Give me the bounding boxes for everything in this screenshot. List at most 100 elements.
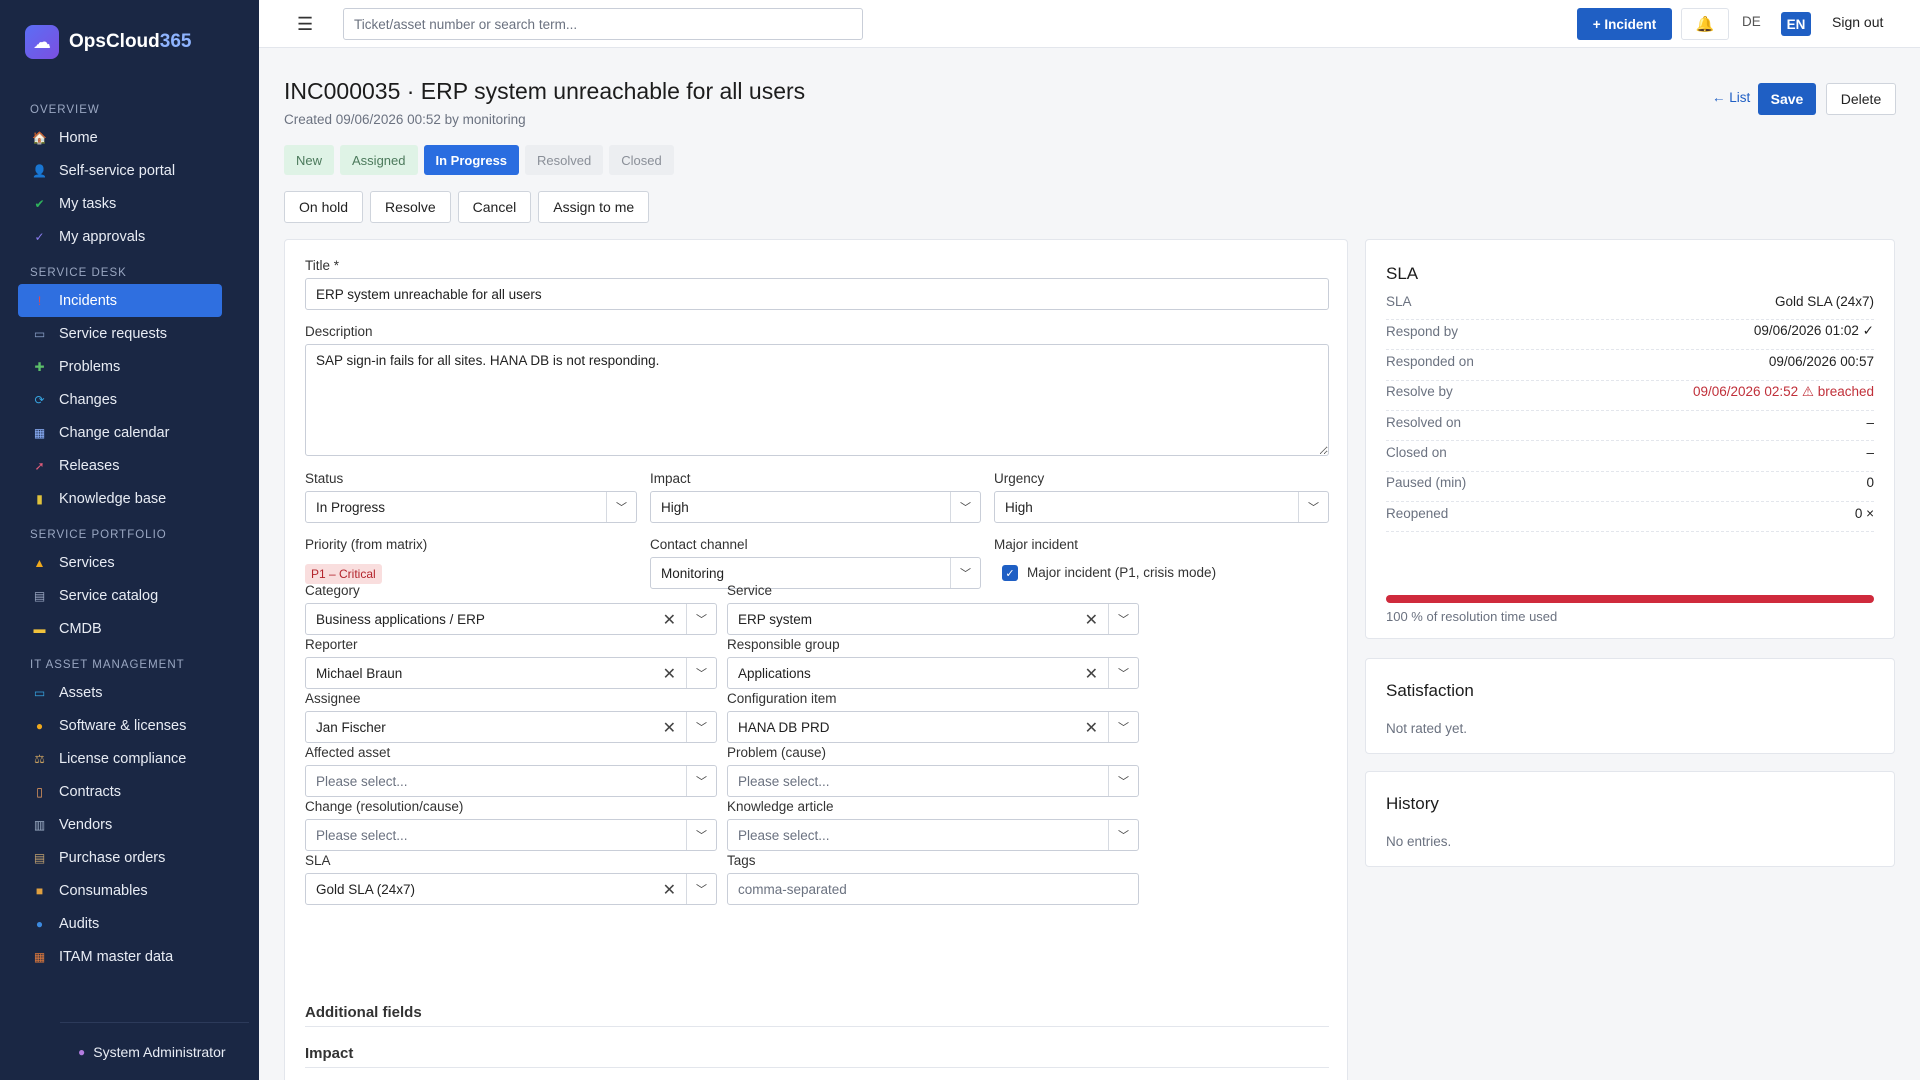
tags-placeholder: comma-separated: [738, 881, 847, 897]
group-select[interactable]: Applications ✕ ﹀: [727, 657, 1139, 689]
chevron-down-icon[interactable]: ﹀: [1108, 712, 1138, 742]
new-incident-button[interactable]: + Incident: [1577, 8, 1672, 40]
clear-icon[interactable]: ✕: [663, 664, 676, 684]
workflow-step-assigned[interactable]: Assigned: [340, 145, 418, 175]
clear-icon[interactable]: ✕: [1085, 610, 1098, 630]
sidebar-item-label: Problems: [59, 358, 121, 375]
sidebar-item-services[interactable]: ▲ Services: [18, 546, 222, 579]
search-input[interactable]: [343, 8, 863, 40]
major-incident-checkbox[interactable]: ✓: [1002, 565, 1018, 581]
back-to-list-link[interactable]: ← List: [1712, 90, 1750, 105]
status-value: In Progress: [316, 499, 386, 515]
menu-toggle-icon[interactable]: ☰: [297, 14, 313, 35]
language-de[interactable]: DE: [1742, 14, 1761, 29]
save-button[interactable]: Save: [1758, 83, 1816, 115]
brand[interactable]: ☁ OpsCloud365: [0, 0, 259, 84]
sidebar-item-label: Changes: [59, 391, 118, 408]
sla-progress-fill: [1386, 595, 1874, 603]
reporter-select[interactable]: Michael Braun ✕ ﹀: [305, 657, 717, 689]
chevron-down-icon[interactable]: ﹀: [686, 604, 716, 634]
sidebar-item-label: Services: [59, 554, 115, 571]
cancel-button[interactable]: Cancel: [457, 191, 532, 223]
description-field[interactable]: SAP sign-in fails for all sites. HANA DB…: [305, 344, 1329, 456]
chevron-down-icon[interactable]: ﹀: [686, 820, 716, 850]
sidebar-item-cmdb[interactable]: ▬ CMDB: [18, 612, 222, 645]
sidebar-item-label: Vendors: [59, 816, 113, 833]
sidebar-item-label: Audits: [59, 915, 100, 932]
chevron-down-icon[interactable]: ﹀: [686, 658, 716, 688]
clear-icon[interactable]: ✕: [663, 718, 676, 738]
sidebar-item-incidents[interactable]: ! Incidents: [18, 284, 222, 317]
chevron-down-icon[interactable]: ﹀: [1108, 604, 1138, 634]
monitor-icon: ▭: [33, 685, 46, 700]
chevron-down-icon[interactable]: ﹀: [1108, 658, 1138, 688]
resolve-button[interactable]: Resolve: [370, 191, 451, 223]
channel-select[interactable]: Monitoring ﹀: [650, 557, 981, 589]
sidebar-item-vendors[interactable]: ▥ Vendors: [18, 808, 222, 841]
sidebar-item-purchase-orders[interactable]: ▤ Purchase orders: [18, 841, 222, 874]
sidebar-item-problems[interactable]: ✚ Problems: [18, 350, 222, 383]
workflow-step-new[interactable]: New: [284, 145, 335, 175]
clear-icon[interactable]: ✕: [663, 880, 676, 900]
assign-to-me-button[interactable]: Assign to me: [538, 191, 650, 223]
clear-icon[interactable]: ✕: [663, 610, 676, 630]
sidebar-item-changes[interactable]: ⟳ Changes: [18, 383, 222, 416]
major-incident-check-label[interactable]: Major incident (P1, crisis mode): [1027, 565, 1216, 580]
workflow-step-resolved[interactable]: Resolved: [525, 145, 604, 175]
sign-out-link[interactable]: Sign out: [1832, 14, 1883, 30]
assignee-select[interactable]: Jan Fischer ✕ ﹀: [305, 711, 717, 743]
chevron-down-icon[interactable]: ﹀: [686, 766, 716, 796]
workflow-step-in-progress[interactable]: In Progress: [423, 145, 520, 175]
sidebar-item-label: Assets: [59, 684, 103, 701]
sidebar-item-label: Consumables: [59, 882, 148, 899]
problem-select[interactable]: Please select... ﹀: [727, 765, 1139, 797]
sidebar-item-releases[interactable]: ➚ Releases: [18, 449, 222, 482]
impact-select[interactable]: High ﹀: [650, 491, 981, 523]
notifications-bell-icon[interactable]: 🔔: [1681, 8, 1729, 40]
sidebar-item-assets[interactable]: ▭ Assets: [18, 676, 222, 709]
sidebar-item-software-licenses[interactable]: ● Software & licenses: [18, 709, 222, 742]
asset-select[interactable]: Please select... ﹀: [305, 765, 717, 797]
sla-select[interactable]: Gold SLA (24x7) ✕ ﹀: [305, 873, 717, 905]
status-select[interactable]: In Progress ﹀: [305, 491, 637, 523]
chevron-down-icon[interactable]: ﹀: [1108, 820, 1138, 850]
tags-input[interactable]: comma-separated: [727, 873, 1139, 905]
sidebar-item-my-approvals[interactable]: ✓ My approvals: [18, 220, 222, 253]
sidebar-item-service-catalog[interactable]: ▤ Service catalog: [18, 579, 222, 612]
sidebar-item-service-requests[interactable]: ▭ Service requests: [18, 317, 222, 350]
sidebar-item-knowledge-base[interactable]: ▮ Knowledge base: [18, 482, 222, 515]
urgency-select[interactable]: High ﹀: [994, 491, 1329, 523]
sidebar-item-consumables[interactable]: ■ Consumables: [18, 874, 222, 907]
clear-icon[interactable]: ✕: [1085, 664, 1098, 684]
reporter-label: Reporter: [305, 637, 358, 652]
sidebar-item-itam-master-data[interactable]: ▦ ITAM master data: [18, 940, 222, 973]
sidebar-item-self-service-portal[interactable]: 👤 Self-service portal: [18, 154, 222, 187]
clear-icon[interactable]: ✕: [1085, 718, 1098, 738]
sidebar-item-change-calendar[interactable]: ▦ Change calendar: [18, 416, 222, 449]
sidebar-item-license-compliance[interactable]: ⚖ License compliance: [18, 742, 222, 775]
sidebar-item-audits[interactable]: ● Audits: [18, 907, 222, 940]
title-label: Title *: [305, 258, 340, 273]
sidebar-item-home[interactable]: 🏠 Home: [18, 121, 222, 154]
change-select[interactable]: Please select... ﹀: [305, 819, 717, 851]
group-label: Responsible group: [727, 637, 840, 652]
chevron-down-icon[interactable]: ﹀: [1108, 766, 1138, 796]
chevron-down-icon[interactable]: ﹀: [686, 712, 716, 742]
service-select[interactable]: ERP system ✕ ﹀: [727, 603, 1139, 635]
sidebar-item-my-tasks[interactable]: ✔ My tasks: [18, 187, 222, 220]
sidebar-item-label: My tasks: [59, 195, 117, 212]
delete-button[interactable]: Delete: [1826, 83, 1896, 115]
category-select[interactable]: Business applications / ERP ✕ ﹀: [305, 603, 717, 635]
sidebar-item-contracts[interactable]: ▯ Contracts: [18, 775, 222, 808]
current-user[interactable]: ● System Administrator: [60, 1022, 249, 1080]
on-hold-button[interactable]: On hold: [284, 191, 364, 223]
major-incident-label: Major incident: [994, 537, 1079, 552]
language-en[interactable]: EN: [1781, 12, 1811, 36]
ci-select[interactable]: HANA DB PRD ✕ ﹀: [727, 711, 1139, 743]
workflow-step-closed[interactable]: Closed: [609, 145, 674, 175]
tags-label: Tags: [727, 853, 756, 868]
chevron-down-icon[interactable]: ﹀: [686, 874, 716, 904]
service-label: Service: [727, 583, 773, 598]
kb-select[interactable]: Please select... ﹀: [727, 819, 1139, 851]
title-field[interactable]: ERP system unreachable for all users: [305, 278, 1329, 310]
